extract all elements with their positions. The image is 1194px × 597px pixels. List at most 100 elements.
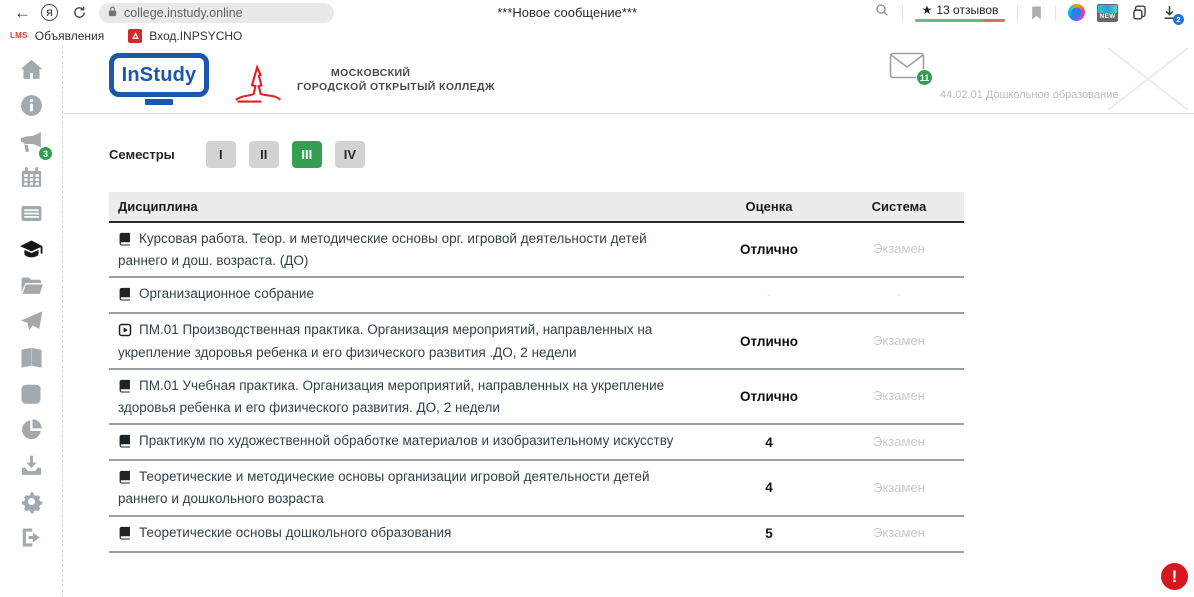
edit-icon	[19, 381, 44, 411]
sidebar-item-home[interactable]	[16, 59, 46, 85]
back-icon[interactable]: ←	[14, 4, 31, 21]
grades-table-body: Курсовая работа. Теор. и методические ос…	[109, 222, 964, 552]
discipline-cell: Курсовая работа. Теор. и методические ос…	[109, 222, 704, 277]
sidebar-item-card[interactable]	[16, 203, 46, 229]
downloads-badge: 2	[1173, 14, 1184, 25]
announcements-badge: 3	[38, 146, 53, 161]
grade-cell: -	[704, 277, 834, 313]
divider	[1055, 5, 1056, 21]
card-icon	[19, 201, 44, 231]
extension-color-icon[interactable]	[1068, 4, 1085, 21]
table-row: Курсовая работа. Теор. и методические ос…	[109, 222, 964, 277]
sidebar-item-logout[interactable]	[16, 527, 46, 553]
semester-button-II[interactable]: II	[249, 141, 279, 168]
reviews-rating-bar	[915, 19, 1005, 22]
bookmark-announcements[interactable]: LMS Объявления	[10, 29, 104, 43]
inpsycho-favicon	[128, 29, 142, 43]
downloads-icon[interactable]: 2	[1161, 4, 1178, 21]
grade-cell: Отлично	[704, 222, 834, 277]
url-text: college.instudy.online	[124, 6, 243, 20]
search-icon[interactable]	[874, 2, 890, 23]
sidebar-item-calendar[interactable]	[16, 167, 46, 193]
discipline-cell: Организационное собрание	[109, 277, 704, 313]
bookmark-inpsycho[interactable]: Вход.INPSYCHO	[128, 29, 242, 43]
sidebar-item-send[interactable]	[16, 311, 46, 337]
sidebar-item-stats[interactable]	[16, 419, 46, 445]
star-icon: ★	[922, 3, 933, 17]
logo-stand	[145, 99, 173, 105]
system-cell: Экзамен	[834, 516, 964, 552]
discipline-cell: Практикум по художественной обработке ма…	[109, 424, 704, 460]
system-cell: Экзамен	[834, 369, 964, 424]
app-window: 3 InStudy МОСКОВСКИЙ ГОРОДСКОЙ ОТКРЫТЫЙ …	[0, 46, 1194, 597]
sidebar-item-download[interactable]	[16, 455, 46, 481]
brand-text: InStudy	[122, 64, 197, 87]
instudy-logo: InStudy	[109, 53, 209, 105]
alert-glyph: !	[1172, 567, 1178, 587]
bookmark-label: Вход.INPSYCHO	[149, 29, 242, 43]
new-icon-art	[1098, 5, 1117, 13]
discipline-name: Теоретические основы дошкольного образов…	[139, 525, 451, 540]
grade-cell: Отлично	[704, 313, 834, 368]
browser-chrome: ← Я college.instudy.online ***Новое сооб…	[0, 0, 1194, 25]
sidebar-item-announcements[interactable]: 3	[16, 131, 46, 157]
new-icon-label: NEW	[1099, 13, 1115, 20]
settings-icon	[19, 489, 44, 519]
book-icon	[118, 434, 132, 453]
discipline-cell: Теоретические основы дошкольного образов…	[109, 516, 704, 552]
system-cell: Экзамен	[834, 424, 964, 460]
table-row: Теоретические основы дошкольного образов…	[109, 516, 964, 552]
discipline-cell: Теоретические и методические основы орга…	[109, 460, 704, 515]
semester-button-IV[interactable]: IV	[335, 141, 365, 168]
system-cell: Экзамен	[834, 222, 964, 277]
tab-title: ***Новое сообщение***	[497, 5, 637, 20]
browser-profile-icon[interactable]: Я	[41, 4, 58, 21]
refresh-icon[interactable]	[72, 5, 87, 20]
bookmarks-bar: LMS Объявления Вход.INPSYCHO	[0, 25, 1194, 46]
semesters-bar: Семестры IIIIIIIV	[109, 141, 1194, 168]
system-cell: Экзамен	[834, 313, 964, 368]
book-icon	[118, 287, 132, 306]
table-row: ПМ.01 Производственная практика. Организ…	[109, 313, 964, 368]
messages-button[interactable]: 11	[889, 52, 925, 79]
college-spire-icon	[229, 57, 287, 105]
extension-new-icon[interactable]: NEW	[1097, 4, 1118, 22]
practice-icon	[118, 323, 132, 342]
college-logo: МОСКОВСКИЙ ГОРОДСКОЙ ОТКРЫТЫЙ КОЛЛЕДЖ	[229, 57, 495, 105]
divider	[902, 5, 903, 21]
table-row: Теоретические и методические основы орга…	[109, 460, 964, 515]
semesters-label: Семестры	[109, 147, 175, 162]
grade-cell: Отлично	[704, 369, 834, 424]
grade-cell: 4	[704, 460, 834, 515]
logo-group[interactable]: InStudy МОСКОВСКИЙ ГОРОДСКОЙ ОТКРЫТЫЙ КО…	[109, 53, 495, 105]
bookmark-flag-icon[interactable]	[1030, 5, 1043, 21]
discipline-name: ПМ.01 Учебная практика. Организация меро…	[118, 378, 664, 415]
discipline-name: Теоретические и методические основы орга…	[118, 469, 650, 506]
book-icon	[118, 379, 132, 398]
bookmark-label: Объявления	[35, 29, 104, 43]
extension-wallet-icon[interactable]	[1130, 3, 1149, 22]
alert-notification[interactable]: !	[1161, 563, 1188, 590]
sidebar-item-folder[interactable]	[16, 275, 46, 301]
sidebar-item-language[interactable]	[16, 347, 46, 373]
address-bar[interactable]: college.instudy.online	[99, 3, 334, 23]
discipline-name: Практикум по художественной обработке ма…	[139, 433, 673, 448]
discipline-name: Курсовая работа. Теор. и методические ос…	[118, 231, 647, 268]
home-icon	[19, 57, 44, 87]
semester-button-III[interactable]: III	[292, 141, 322, 168]
table-row: Практикум по художественной обработке ма…	[109, 424, 964, 460]
sidebar-item-grades[interactable]	[16, 239, 46, 265]
sidebar-item-info[interactable]	[16, 95, 46, 121]
semester-button-I[interactable]: I	[206, 141, 236, 168]
reviews-widget[interactable]: ★ 13 отзывов	[915, 3, 1005, 22]
logout-icon	[19, 525, 44, 555]
grade-cell: 5	[704, 516, 834, 552]
table-row: Организационное собрание--	[109, 277, 964, 313]
system-cell: Экзамен	[834, 460, 964, 515]
sidebar-item-edit[interactable]	[16, 383, 46, 409]
sidebar-item-settings[interactable]	[16, 491, 46, 517]
language-icon	[19, 345, 44, 375]
book-icon	[118, 470, 132, 489]
table-header-row: ДисциплинаОценкаСистема	[109, 192, 964, 222]
sidebar: 3	[0, 46, 63, 597]
